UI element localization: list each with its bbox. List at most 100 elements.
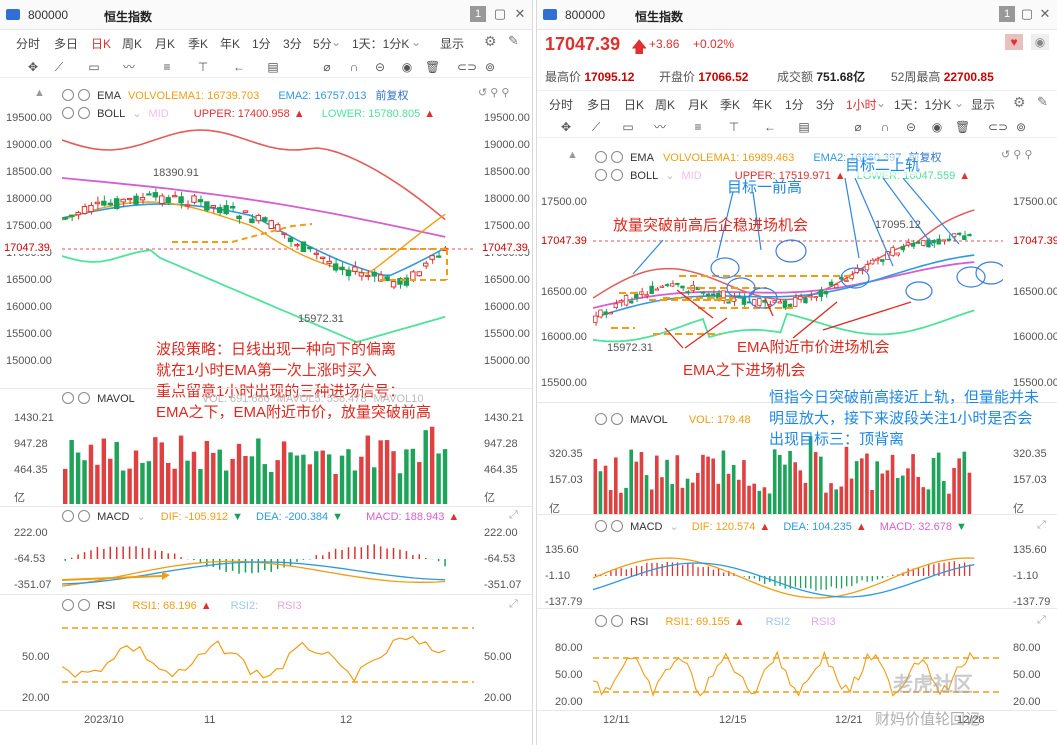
close-icon[interactable]: ✕ [512, 6, 528, 22]
close-indicator-icon[interactable] [611, 520, 623, 532]
period-tab[interactable]: 年K [752, 96, 772, 113]
text-tool-icon[interactable]: ▤ [266, 60, 280, 74]
period-tab[interactable]: 1分 [785, 96, 804, 113]
gear-icon[interactable]: ⚙ [1013, 94, 1026, 111]
period-tab[interactable]: 多日 [54, 35, 78, 52]
settings-icon[interactable] [62, 392, 74, 404]
magnet-icon[interactable]: ∩ [878, 120, 892, 134]
period-tab[interactable]: 月K [155, 35, 175, 52]
layers-icon[interactable]: ⊚ [483, 60, 497, 74]
eraser-icon[interactable]: ⌀ [320, 60, 334, 74]
chevron-down-icon[interactable]: ⌄ [876, 96, 886, 110]
period-tab[interactable]: 日K [624, 96, 644, 113]
period-tab[interactable]: 1分 [252, 35, 271, 52]
period-tab[interactable]: 多日 [587, 96, 611, 113]
candle [705, 293, 711, 297]
settings-icon[interactable] [62, 510, 74, 522]
channel-tool-icon[interactable]: ≡ [160, 60, 174, 74]
period-tab[interactable]: 年K [220, 35, 240, 52]
window-number-badge[interactable]: 1 [999, 6, 1015, 22]
period-tab[interactable]: 分时 [16, 35, 40, 52]
candle [726, 301, 731, 304]
expand-icon[interactable]: ⤢ [1037, 614, 1046, 627]
period-tab[interactable]: 周K [122, 35, 142, 52]
period-tab[interactable]: 季K [188, 35, 208, 52]
close-indicator-icon[interactable] [78, 89, 90, 101]
adjust-mode[interactable]: 前复权 [375, 90, 408, 102]
settings-icon[interactable] [62, 89, 74, 101]
close-indicator-icon[interactable] [611, 615, 623, 627]
period-tab[interactable]: 季K [720, 96, 740, 113]
window-layout-icon[interactable]: ▢ [492, 6, 508, 22]
expand-icon[interactable]: ⤢ [1037, 519, 1046, 532]
arrow-tool-icon[interactable]: ← [232, 60, 246, 74]
toggle-icon[interactable]: ⊂⊃ [988, 120, 1008, 134]
close-indicator-icon[interactable] [78, 510, 90, 522]
close-indicator-icon[interactable] [78, 392, 90, 404]
candle [869, 259, 875, 265]
chevron-down-icon[interactable]: ⌄ [411, 35, 421, 49]
reset-icon[interactable]: ↺ ⚲ ⚲ [1001, 148, 1032, 161]
trash-icon[interactable]: 🗑 [425, 60, 440, 74]
expand-icon[interactable]: ⤢ [509, 598, 518, 611]
candle [371, 271, 377, 277]
fib-tool-icon[interactable]: ⊤ [196, 60, 210, 74]
display-menu[interactable]: 显示 [440, 35, 464, 52]
close-indicator-icon[interactable] [78, 599, 90, 611]
period-tab-selected[interactable]: 日K [91, 35, 111, 52]
settings-icon[interactable] [595, 413, 607, 425]
magnet-icon[interactable]: ∩ [347, 60, 361, 74]
rect-tool-icon[interactable]: ▭ [621, 120, 635, 134]
toggle-icon[interactable]: ⊂⊃ [457, 60, 477, 74]
favorite-heart-icon[interactable]: ♥ [1005, 34, 1023, 50]
line-tool-icon[interactable]: ⟋ [589, 120, 603, 134]
channel-tool-icon[interactable]: ≡ [691, 120, 705, 134]
arrow-tool-icon[interactable]: ← [763, 120, 777, 134]
collapse-icon[interactable]: ▲ [567, 149, 578, 161]
range-select[interactable]: 1天：1分K [894, 96, 951, 113]
chevron-down-icon[interactable]: ⌄ [331, 35, 341, 49]
settings-icon[interactable] [595, 151, 607, 163]
wave-tool-icon[interactable]: 〰 [122, 60, 136, 74]
user-icon[interactable]: ◉ [1031, 34, 1049, 50]
settings-icon[interactable] [62, 599, 74, 611]
period-tab[interactable]: 3分 [816, 96, 835, 113]
trash-icon[interactable]: 🗑 [955, 120, 970, 134]
range-select[interactable]: 1天：1分K [352, 35, 409, 52]
period-tab[interactable]: 分时 [549, 96, 573, 113]
period-tab[interactable]: 3分 [283, 35, 302, 52]
eye-icon[interactable]: ◉ [400, 60, 414, 74]
expand-icon[interactable]: ⤢ [509, 509, 518, 522]
collapse-icon[interactable]: ▲ [34, 87, 45, 99]
close-icon[interactable]: ✕ [1037, 6, 1053, 22]
settings-icon[interactable] [595, 615, 607, 627]
pencil-icon[interactable]: ✎ [1037, 94, 1048, 110]
lock-icon[interactable]: ⊝ [373, 60, 387, 74]
chevron-down-icon[interactable]: ⌄ [954, 96, 964, 110]
fib-tool-icon[interactable]: ⊤ [727, 120, 741, 134]
period-tab[interactable]: 5分 [313, 35, 332, 52]
window-layout-icon[interactable]: ▢ [1019, 6, 1035, 22]
gear-icon[interactable]: ⚙ [484, 33, 497, 50]
eye-icon[interactable]: ◉ [930, 120, 944, 134]
close-indicator-icon[interactable] [611, 413, 623, 425]
layers-icon[interactable]: ⊚ [1014, 120, 1028, 134]
volume-bar [249, 456, 255, 504]
rect-tool-icon[interactable]: ▭ [87, 60, 101, 74]
period-tab[interactable]: 月K [688, 96, 708, 113]
move-icon[interactable]: ✥ [26, 60, 40, 74]
settings-icon[interactable] [595, 520, 607, 532]
reset-icon[interactable]: ↺ ⚲ ⚲ [478, 86, 509, 99]
text-tool-icon[interactable]: ▤ [797, 120, 811, 134]
lock-icon[interactable]: ⊝ [904, 120, 918, 134]
period-tab-selected[interactable]: 1小时 [846, 96, 877, 113]
display-menu[interactable]: 显示 [971, 96, 995, 113]
eraser-icon[interactable]: ⌀ [851, 120, 865, 134]
wave-tool-icon[interactable]: 〰 [653, 120, 667, 134]
line-tool-icon[interactable]: ⟋ [52, 60, 66, 74]
period-tab[interactable]: 周K [655, 96, 675, 113]
move-icon[interactable]: ✥ [559, 120, 573, 134]
close-indicator-icon[interactable] [611, 151, 623, 163]
window-number-badge[interactable]: 1 [470, 6, 486, 22]
pencil-icon[interactable]: ✎ [508, 33, 519, 49]
